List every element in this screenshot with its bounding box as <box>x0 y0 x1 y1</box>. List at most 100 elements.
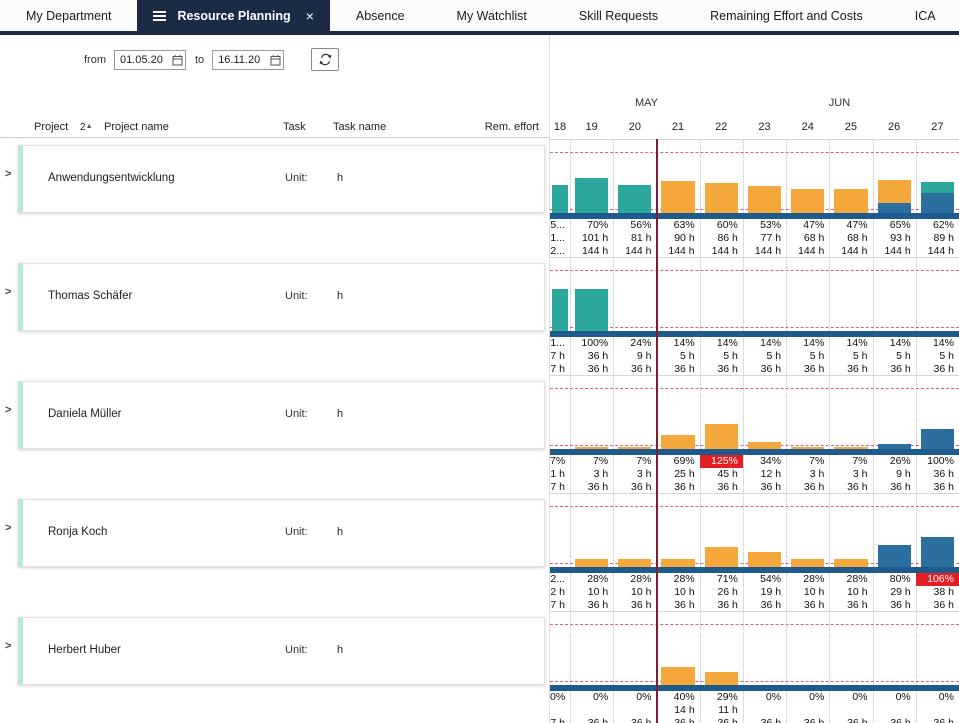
hours-cell <box>873 704 916 717</box>
cap-cell: 36 h <box>786 717 829 723</box>
cap-cell: 7 h <box>550 717 570 723</box>
pct-cell: 28% <box>570 573 613 586</box>
pct-cell: 0% <box>916 691 959 704</box>
hours-cell: 14 h <box>656 704 699 717</box>
bar-segment-orange <box>748 442 781 449</box>
tab-resource-planning[interactable]: Resource Planning × <box>137 0 329 31</box>
column-header-project-name[interactable]: Project name <box>104 121 169 133</box>
main-content: from to Project 2▲ Project name Task <box>0 35 959 723</box>
tab-my-department[interactable]: My Department <box>0 0 137 31</box>
pct-cell: 0% <box>829 691 872 704</box>
utilization-bar <box>878 545 911 567</box>
timeline-row: 0%0%0%40%29%0%0%0%0%0%14 h11 h7 h36 h36 … <box>550 611 959 723</box>
tab-remaining-effort-and-costs[interactable]: Remaining Effort and Costs <box>684 0 889 31</box>
sort-indicator[interactable]: 2▲ <box>80 121 93 133</box>
grid-line-vertical <box>743 612 744 685</box>
tab-label: Resource Planning <box>177 9 290 23</box>
tab-my-watchlist[interactable]: My Watchlist <box>431 0 553 31</box>
grid-line-vertical <box>743 376 744 449</box>
hours-cell: 1 h <box>550 468 570 481</box>
hours-cell: 36 h <box>916 468 959 481</box>
hours-cell <box>786 704 829 717</box>
bar-segment-orange <box>575 559 608 567</box>
hours-cell: 10 h <box>570 586 613 599</box>
pct-cell: 14% <box>700 337 743 350</box>
hours-cell <box>550 704 570 717</box>
utilization-bar <box>878 180 911 213</box>
tab-skill-requests[interactable]: Skill Requests <box>553 0 684 31</box>
pct-cell: 106% <box>916 573 959 586</box>
column-header-rem-effort[interactable]: Rem. effort <box>485 121 539 133</box>
bar-segment-orange <box>661 181 694 213</box>
column-header-task-name[interactable]: Task name <box>333 121 386 133</box>
cap-cell: 36 h <box>656 717 699 723</box>
from-date-field[interactable] <box>114 50 186 70</box>
tab-ica[interactable]: ICA <box>889 0 959 31</box>
close-tab-icon[interactable]: × <box>306 9 314 23</box>
grid-line-vertical <box>786 612 787 685</box>
pct-cell: 29% <box>700 691 743 704</box>
refresh-button[interactable] <box>311 48 339 71</box>
pct-cell: 100% <box>570 337 613 350</box>
to-date-field[interactable] <box>212 50 284 70</box>
tab-absence[interactable]: Absence <box>330 0 431 31</box>
calendar-icon[interactable] <box>172 54 183 66</box>
hours-cell: 77 h <box>743 232 786 245</box>
grid-line-vertical <box>570 612 571 685</box>
utilization-bar <box>748 442 781 449</box>
hours-cell: 26 h <box>700 586 743 599</box>
expand-chevron[interactable]: > <box>5 168 11 180</box>
resource-card[interactable]: Ronja KochUnit:h <box>18 499 545 567</box>
column-header-project[interactable]: Project <box>34 121 68 133</box>
capacity-limit-line <box>550 270 959 271</box>
hours-cell: 36 h <box>570 350 613 363</box>
values-grid: 1...100%24%14%14%14%14%14%14%14%7 h36 h9… <box>550 337 959 376</box>
resource-card[interactable]: AnwendungsentwicklungUnit:h <box>18 145 545 213</box>
pct-cell: 0% <box>873 691 916 704</box>
resource-card[interactable]: Thomas SchäferUnit:h <box>18 263 545 331</box>
bar-segment-orange <box>705 183 738 213</box>
expand-chevron[interactable]: > <box>5 286 11 298</box>
bar-segment-orange <box>791 559 824 567</box>
to-label: to <box>195 54 204 66</box>
week-label: 25 <box>829 121 872 133</box>
unit-value: h <box>337 408 343 420</box>
grid-line-vertical <box>829 258 830 331</box>
bar-segment-orange <box>834 447 867 449</box>
grid-line-pct: 7%7%7%69%125%34%7%7%26%100% <box>550 455 959 468</box>
grid-line-pct: 1...100%24%14%14%14%14%14%14%14% <box>550 337 959 350</box>
hours-cell: 5 h <box>743 350 786 363</box>
grid-line-vertical <box>873 494 874 567</box>
utilization-bar <box>705 183 738 213</box>
utilization-bar <box>921 429 954 449</box>
bar-segment-orange <box>575 447 608 449</box>
utilization-bar <box>618 447 651 449</box>
bar-segment-steel <box>921 537 954 567</box>
expand-chevron[interactable]: > <box>5 640 11 652</box>
hours-cell: 10 h <box>613 586 656 599</box>
utilization-bar <box>575 447 608 449</box>
resource-card[interactable]: Herbert HuberUnit:h <box>18 617 545 685</box>
week-label: 24 <box>786 121 829 133</box>
menu-icon[interactable] <box>153 15 166 17</box>
hours-cell: 3 h <box>786 468 829 481</box>
pct-cell: 47% <box>829 219 872 232</box>
resource-card[interactable]: Daniela MüllerUnit:h <box>18 381 545 449</box>
resource-row-left: > AnwendungsentwicklungUnit:h <box>0 140 549 258</box>
calendar-icon[interactable] <box>270 54 281 66</box>
hours-cell: 11 h <box>700 704 743 717</box>
cap-cell: 36 h <box>829 717 872 723</box>
hours-cell: 3 h <box>613 468 656 481</box>
grid-line-vertical <box>916 376 917 449</box>
grid-line-vertical <box>786 376 787 449</box>
utilization-bar <box>921 182 954 213</box>
expand-chevron[interactable]: > <box>5 522 11 534</box>
capacity-limit-line <box>550 506 959 507</box>
column-header-task[interactable]: Task <box>283 121 306 133</box>
grid-line-vertical <box>916 494 917 567</box>
capacity-limit-line <box>550 624 959 625</box>
utilization-bar <box>552 289 568 331</box>
cap-cell: 36 h <box>700 717 743 723</box>
expand-chevron[interactable]: > <box>5 404 11 416</box>
grid-line-vertical <box>700 494 701 567</box>
